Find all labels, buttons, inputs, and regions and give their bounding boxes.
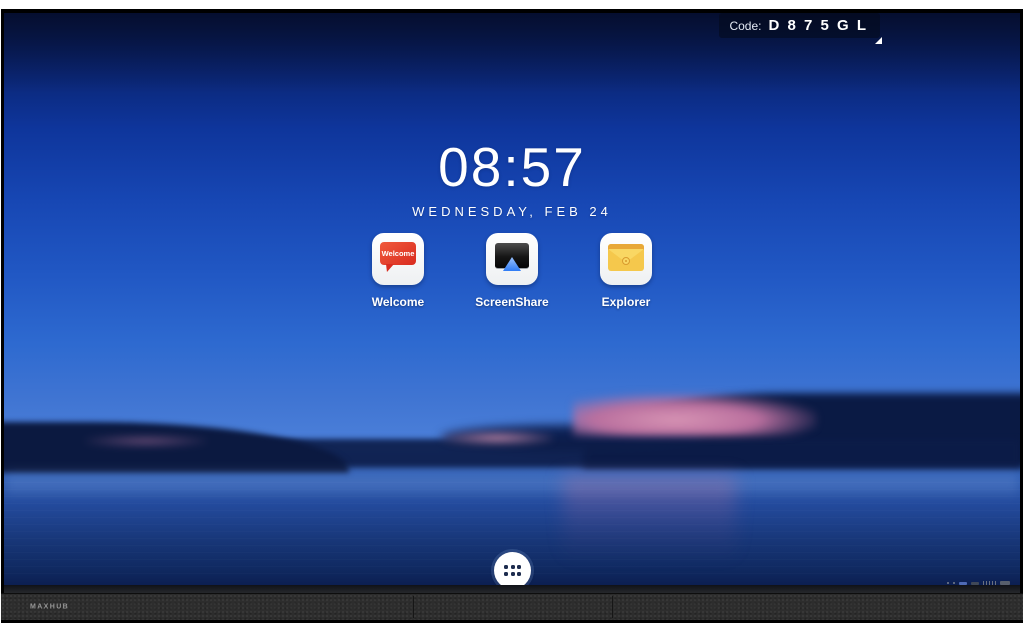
welcome-chat-bubble-icon: Welcome — [372, 233, 424, 285]
folder-shape — [608, 244, 644, 271]
tray-divider — [612, 596, 613, 618]
screenshare-cast-icon — [486, 233, 538, 285]
welcome-bubble-tail — [386, 264, 394, 272]
status-ticks-icon — [983, 581, 996, 585]
display-frame: Code: D 8 7 5 G L 08:57 WEDNESDAY, FEB 2… — [1, 9, 1023, 623]
app-screenshare[interactable]: ScreenShare — [470, 233, 554, 309]
app-drawer-button[interactable] — [494, 552, 531, 585]
wallpaper-cloud-mid — [441, 425, 705, 451]
folder-clasp — [622, 257, 630, 265]
clock-widget: 08:57 WEDNESDAY, FEB 24 — [4, 140, 1020, 219]
app-drawer-dots-icon — [504, 565, 521, 576]
screen-bottom-bezel — [4, 585, 1020, 593]
code-value: D 8 7 5 G L — [768, 17, 868, 34]
wallpaper-pink-cloud — [573, 393, 817, 436]
wallpaper-horizon-band — [4, 439, 1020, 468]
status-indicators — [947, 581, 1010, 585]
wallpaper-hill-silhouette — [4, 422, 349, 473]
clock-time: 08:57 — [4, 140, 1020, 195]
app-label: Explorer — [602, 295, 651, 309]
status-port-icon — [971, 582, 979, 585]
app-welcome[interactable]: Welcome Welcome — [356, 233, 440, 309]
wallpaper-pink-cloud-left — [85, 435, 207, 446]
app-label: ScreenShare — [475, 295, 548, 309]
speaker-tray: MAXHUB — [1, 593, 1023, 620]
wallpaper-pink-reflection — [563, 476, 736, 562]
explorer-folder-icon — [600, 233, 652, 285]
home-screen: Code: D 8 7 5 G L 08:57 WEDNESDAY, FEB 2… — [4, 13, 1020, 585]
session-code-widget[interactable]: Code: D 8 7 5 G L — [719, 13, 880, 38]
status-label-mark — [1000, 581, 1010, 585]
code-expand-arrow-icon — [875, 37, 882, 44]
app-shortcuts-row: Welcome Welcome ScreenShare — [4, 233, 1020, 309]
tray-divider — [413, 596, 414, 618]
status-usb-icon — [959, 582, 967, 585]
wallpaper-cloud-bank — [583, 393, 1020, 467]
status-dot-icon — [953, 582, 955, 584]
brand-logo: MAXHUB — [30, 604, 69, 611]
status-dot-icon — [947, 582, 949, 584]
code-label: Code: — [729, 19, 761, 33]
wallpaper-pink-cloud-small — [441, 431, 553, 446]
app-explorer[interactable]: Explorer — [584, 233, 668, 309]
clock-date: WEDNESDAY, FEB 24 — [4, 204, 1020, 219]
wallpaper-water-glow — [4, 473, 1020, 493]
welcome-bubble-text: Welcome — [382, 249, 415, 258]
welcome-bubble: Welcome — [380, 242, 416, 265]
app-label: Welcome — [372, 295, 424, 309]
